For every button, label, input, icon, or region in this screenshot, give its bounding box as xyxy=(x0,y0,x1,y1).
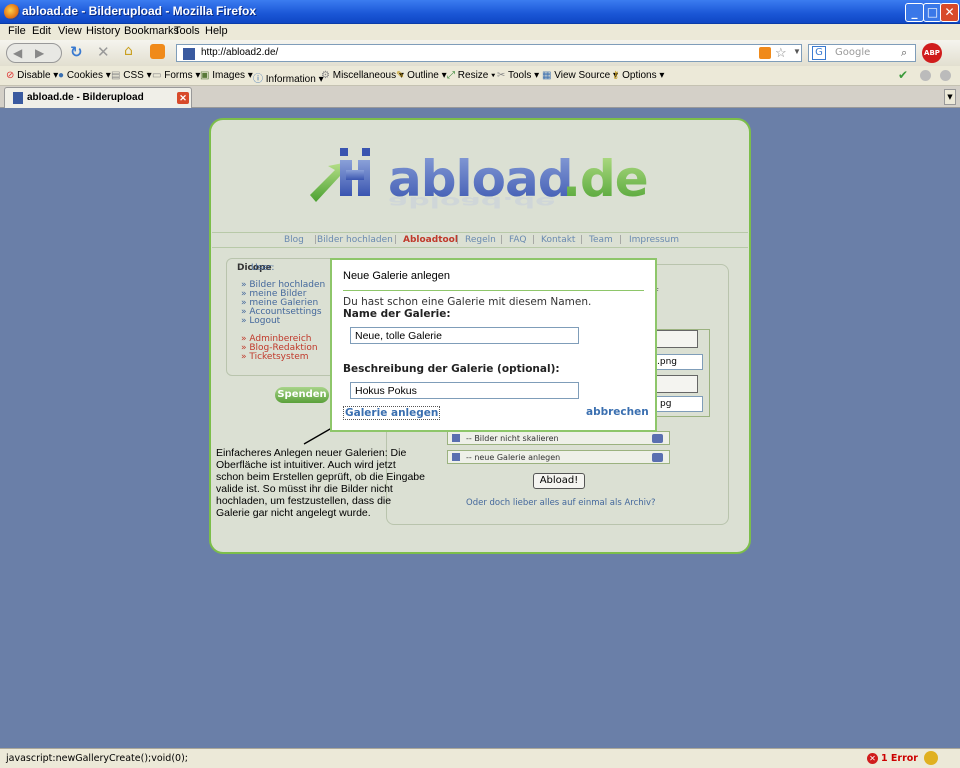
cancel-button[interactable]: abbrechen xyxy=(586,406,649,418)
error-count[interactable]: 1 Error xyxy=(881,753,918,764)
abload-submit-button[interactable]: Abload! xyxy=(533,473,585,489)
toolbar-css[interactable]: ▤ CSS ▾ xyxy=(111,70,152,81)
url-dropdown-icon[interactable]: ▼ xyxy=(793,47,801,56)
adblock-icon[interactable]: ABP xyxy=(922,43,942,63)
stop-icon[interactable]: ✕ xyxy=(97,43,110,61)
nav-bilder-hochladen[interactable]: Bilder hochladen xyxy=(317,235,393,245)
scale-select[interactable]: -- Bilder nicht skalieren xyxy=(447,431,670,445)
close-tab-icon[interactable]: ✕ xyxy=(177,92,189,104)
link-logout[interactable]: » Logout xyxy=(241,316,280,326)
rss-icon[interactable] xyxy=(150,44,165,59)
toolbar-cookies[interactable]: ● Cookies ▾ xyxy=(58,70,111,81)
status-dot-icon xyxy=(940,70,951,81)
window-titlebar: abload.de - Bilderupload - Mozilla Firef… xyxy=(0,0,960,24)
dialog-title: Neue Galerie anlegen xyxy=(343,270,451,282)
abload-logo[interactable]: abload .de abload.de xyxy=(300,140,660,230)
spenden-button[interactable]: Spenden xyxy=(275,387,329,403)
google-engine-icon[interactable]: G xyxy=(812,46,826,60)
valid-check-icon: ✔ xyxy=(898,68,909,82)
create-gallery-button[interactable]: Galerie anlegen xyxy=(343,406,441,420)
toolbar-resize[interactable]: ⤢ Resize ▾ xyxy=(447,70,495,81)
toolbar-disable[interactable]: ⊘ Disable ▾ xyxy=(6,70,58,81)
gallery-select[interactable]: -- neue Galerie anlegen xyxy=(447,450,670,464)
toolbar-information[interactable]: ⓘ Information ▾ xyxy=(253,70,324,85)
annotation-text: Einfacheres Anlegen neuer Galerien: Die … xyxy=(216,447,425,519)
menu-view[interactable]: View xyxy=(58,25,82,37)
home-icon[interactable]: ⌂ xyxy=(124,43,133,59)
select-icon xyxy=(452,434,460,442)
gallery-name-input[interactable] xyxy=(350,327,579,344)
reload-icon[interactable]: ↻ xyxy=(70,43,83,61)
gallery-description-label: Beschreibung der Galerie (optional): xyxy=(343,363,560,375)
menu-bookmarks[interactable]: Bookmarks xyxy=(124,25,179,37)
web-developer-toolbar: ⊘ Disable ▾ ● Cookies ▾ ▤ CSS ▾ ▭ Forms … xyxy=(0,66,960,86)
nav-abloadtool[interactable]: Abloadtool xyxy=(403,235,458,245)
tab-favicon-icon xyxy=(13,92,23,104)
nav-regeln[interactable]: Regeln xyxy=(465,235,496,245)
svg-text:abload.de: abload.de xyxy=(388,193,555,211)
toolbar-view-source[interactable]: ▦ View Source ▾ xyxy=(542,70,618,81)
select-icon xyxy=(452,453,460,461)
toolbar-forms[interactable]: ▭ Forms ▾ xyxy=(152,70,200,81)
menu-tools[interactable]: Tools xyxy=(174,25,200,37)
tab-list-dropdown-icon[interactable]: ▼ xyxy=(944,89,956,105)
gallery-name-label: Name der Galerie: xyxy=(343,308,451,320)
status-bar: javascript:newGalleryCreate();void(0); ✕… xyxy=(0,748,960,768)
search-input[interactable]: Google xyxy=(835,47,870,58)
nav-faq[interactable]: FAQ xyxy=(509,235,526,245)
feed-icon[interactable] xyxy=(759,47,771,59)
menu-history[interactable]: History xyxy=(86,25,120,37)
minimize-button[interactable]: _ xyxy=(905,3,924,22)
toolbar-tools[interactable]: ✂ Tools ▾ xyxy=(497,70,539,81)
link-ticketsystem[interactable]: » Ticketsystem xyxy=(241,352,309,362)
nav-impressum[interactable]: Impressum xyxy=(629,235,679,245)
search-icon[interactable]: ⌕ xyxy=(901,46,907,60)
tab-title: abload.de - Bilderupload xyxy=(27,92,144,103)
menu-file[interactable]: File xyxy=(8,25,26,37)
svg-text:.de: .de xyxy=(562,150,648,208)
back-forward-group: ◀ ▶ xyxy=(6,43,62,63)
toolbar-images[interactable]: ▣ Images ▾ xyxy=(200,70,253,81)
toolbar-outline[interactable]: ✎ Outline ▾ xyxy=(396,70,447,81)
firebug-icon[interactable] xyxy=(924,751,938,765)
menu-edit[interactable]: Edit xyxy=(32,25,51,37)
bookmark-star-icon[interactable]: ☆ xyxy=(775,45,787,61)
toolbar-miscellaneous[interactable]: ⚙ Miscellaneous ▾ xyxy=(321,70,404,81)
close-window-button[interactable]: ✕ xyxy=(940,3,959,22)
chevron-down-icon xyxy=(652,453,663,462)
menu-help[interactable]: Help xyxy=(205,25,228,37)
nav-kontakt[interactable]: Kontakt xyxy=(541,235,575,245)
chevron-down-icon xyxy=(652,434,663,443)
status-text: javascript:newGalleryCreate();void(0); xyxy=(6,753,188,764)
forward-icon[interactable]: ▶ xyxy=(35,46,44,60)
gallery-description-input[interactable] xyxy=(350,382,579,399)
url-bar[interactable]: http://abload2.de/ ☆ ▼ xyxy=(176,44,802,62)
dialog-divider xyxy=(343,290,644,291)
dialog-error-message: Du hast schon eine Galerie mit diesem Na… xyxy=(343,296,592,308)
firefox-icon xyxy=(4,4,20,20)
error-icon[interactable]: ✕ xyxy=(867,753,878,764)
site-nav: Blog | Bilder hochladen | Abloadtool | R… xyxy=(212,232,748,248)
url-text: http://abload2.de/ xyxy=(201,47,279,58)
archive-link[interactable]: Oder doch lieber alles auf einmal als Ar… xyxy=(466,498,656,508)
menu-bar: File Edit View History Bookmarks Tools H… xyxy=(0,24,960,40)
nav-blog[interactable]: Blog xyxy=(284,235,304,245)
nav-team[interactable]: Team xyxy=(589,235,613,245)
site-favicon-icon xyxy=(183,48,195,60)
search-box[interactable]: G Google ⌕ xyxy=(808,44,916,62)
toolbar-options[interactable]: ⚷ Options ▾ xyxy=(612,70,664,81)
back-icon[interactable]: ◀ xyxy=(13,46,22,60)
tab-active[interactable]: abload.de - Bilderupload ✕ xyxy=(4,87,192,108)
status-dot-icon xyxy=(920,70,931,81)
user-label: User: Dicope xyxy=(237,263,275,273)
window-title: abload.de - Bilderupload - Mozilla Firef… xyxy=(22,4,257,18)
